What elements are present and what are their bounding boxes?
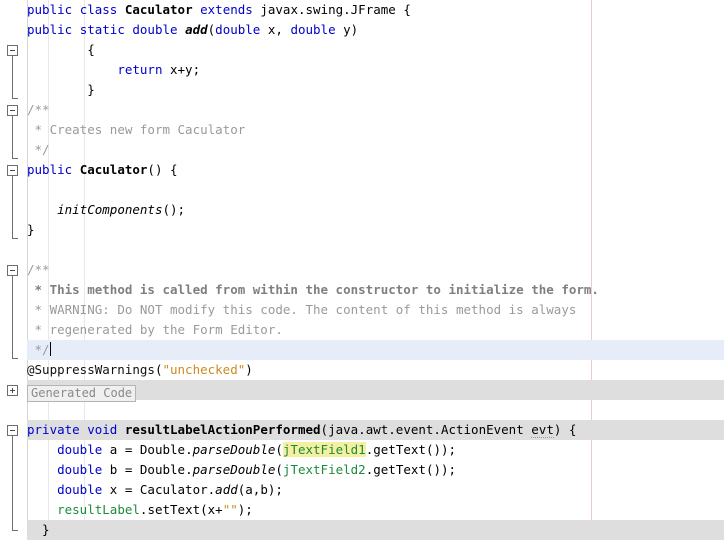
call-parsedouble: parseDouble [192,442,276,457]
text-caret [49,342,51,356]
call-initcomponents: initComponents [57,202,163,217]
keyword-public: public [27,2,73,17]
code-line-24[interactable]: double b = Double.parseDouble(jTextField… [27,460,724,480]
code-line-10[interactable] [27,180,724,200]
fold-bracket-line [12,56,13,98]
call-add: add [215,482,238,497]
method-resultlabelactionperformed: resultLabelActionPerformed [124,422,321,437]
fold-toggle-add-method[interactable] [7,45,18,56]
empty-string-literal: "" [222,502,238,517]
keyword-double: double [132,22,178,37]
fold-bracket-line [12,436,13,530]
fold-toggle-generated-code[interactable] [7,385,18,396]
code-line-9[interactable]: public Caculator() { [27,160,724,180]
code-line-6[interactable]: /** [27,100,724,120]
method-add: add [185,22,208,37]
field-jtextfield2: jTextField2 [282,462,366,477]
keyword-void: void [87,422,118,437]
fold-bracket-foot [12,98,18,99]
code-editor[interactable]: public class Caculator extends javax.swi… [0,0,724,540]
type-double-boxed: Double [139,442,186,457]
code-line-19[interactable]: @SuppressWarnings("unchecked") [27,360,724,380]
code-line-11[interactable]: initComponents(); [27,200,724,220]
code-line-2[interactable]: public static double add(double x, doubl… [27,20,724,40]
code-line-20[interactable]: Generated Code [27,380,724,402]
code-surface[interactable]: public class Caculator extends javax.swi… [27,0,724,540]
keyword-extends: extends [200,2,253,17]
keyword-public: public [27,162,73,177]
code-line-8[interactable]: */ [27,140,724,160]
type-caculator: Caculator [139,482,208,497]
fold-bracket-foot [12,358,18,359]
keyword-class: class [79,2,118,17]
code-line-13[interactable] [27,240,724,260]
code-line-16[interactable]: * WARNING: Do NOT modify this code. The … [27,300,724,320]
keyword-double: double [290,22,336,37]
code-line-23[interactable]: double a = Double.parseDouble(jTextField… [27,440,724,460]
code-line-26[interactable]: resultLabel.setText(x+""); [27,500,724,520]
fold-toggle-resultlabel-method[interactable] [7,425,18,436]
fold-gutter[interactable] [0,0,28,540]
type-actionevent: java.awt.event.ActionEvent [328,422,524,437]
annotation-suppresswarnings: @SuppressWarnings [27,362,155,377]
fold-toggle-constructor[interactable] [7,165,18,176]
code-line-27[interactable]: } [27,520,724,540]
param-evt: evt [531,422,554,438]
fold-bracket-line [12,116,13,158]
keyword-double: double [215,22,261,37]
code-line-22[interactable]: private void resultLabelActionPerformed(… [27,420,724,440]
fold-bracket-foot [12,158,18,159]
call-gettext: getText [373,462,426,477]
code-line-18[interactable]: */ [27,340,724,360]
fold-bracket-line [12,176,13,238]
type-caculator: Caculator [124,2,193,17]
fold-bracket-foot [12,530,18,531]
type-jframe: javax.swing.JFrame [260,2,396,17]
fold-toggle-javadoc-initcomponents[interactable] [7,265,18,276]
comment-warning: * WARNING: Do NOT modify this code. The … [34,302,577,317]
code-line-17[interactable]: * regenerated by the Form Editor. [27,320,724,340]
comment-regenerated: * regenerated by the Form Editor. [34,322,283,337]
call-settext: setText [147,502,201,517]
field-resultlabel: resultLabel [57,502,140,517]
keyword-double: double [57,462,103,477]
code-line-3[interactable]: { [27,40,724,60]
annotation-value: "unchecked" [162,362,246,377]
keyword-static: static [79,22,125,37]
code-line-4[interactable]: return x+y; [27,60,724,80]
code-line-7[interactable]: * Creates new form Caculator [27,120,724,140]
constructor-caculator: Caculator [79,162,148,177]
javadoc-close: */ [34,342,50,357]
field-jtextfield1: jTextField1 [282,442,366,457]
call-gettext: getText [373,442,426,457]
code-line-25[interactable]: double x = Caculator.add(a,b); [27,480,724,500]
call-parsedouble: parseDouble [192,462,276,477]
keyword-private: private [27,422,80,437]
code-line-1[interactable]: public class Caculator extends javax.swi… [27,0,724,20]
fold-bracket-line [12,276,13,358]
javadoc-close: */ [34,142,50,157]
fold-bracket-foot [12,238,18,239]
type-double-boxed: Double [139,462,186,477]
code-line-14[interactable]: /** [27,260,724,280]
keyword-public: public [27,22,73,37]
comment-this-method: * This method is called from within the … [34,282,599,297]
comment-creates-form: * Creates new form Caculator [34,122,246,137]
code-line-15[interactable]: * This method is called from within the … [27,280,724,300]
code-line-21[interactable] [27,400,724,420]
code-line-5[interactable]: } [27,80,724,100]
code-line-12[interactable]: } [27,220,724,240]
keyword-double: double [57,442,103,457]
keyword-return: return [117,62,163,77]
javadoc-open: /** [27,262,50,277]
javadoc-open: /** [27,102,50,117]
keyword-double: double [57,482,103,497]
fold-toggle-javadoc-constructor[interactable] [7,105,18,116]
